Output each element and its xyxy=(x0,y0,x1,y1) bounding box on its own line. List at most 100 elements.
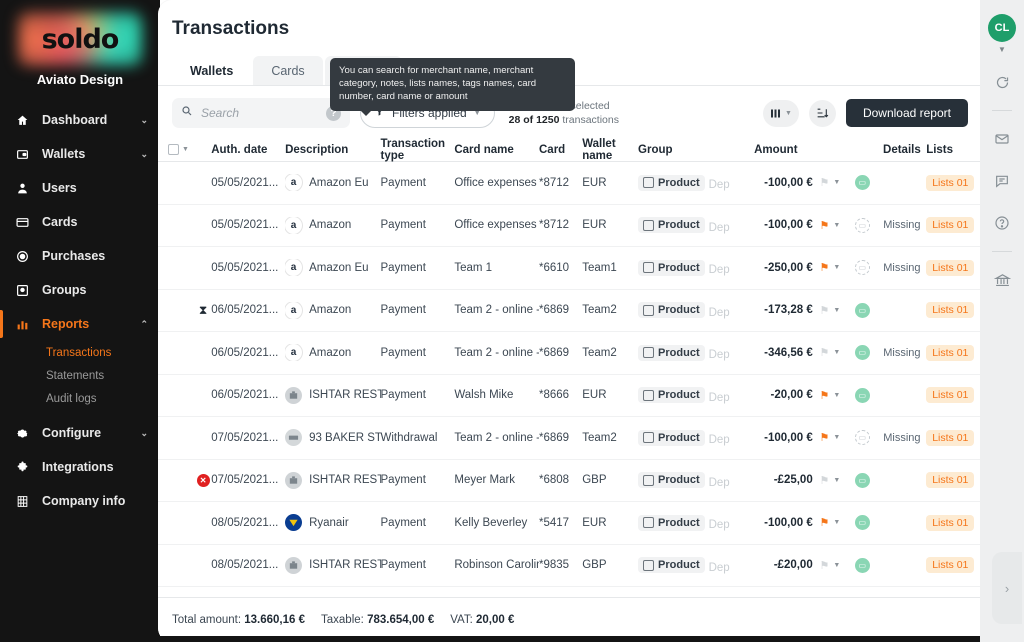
mail-icon[interactable] xyxy=(988,125,1016,153)
chevron-down-icon[interactable]: ▼ xyxy=(833,562,840,569)
tab-wallets[interactable]: Wallets xyxy=(172,56,251,86)
columns-icon[interactable]: ▼ xyxy=(763,100,799,127)
cell-flag[interactable]: ⚑▼ xyxy=(813,304,847,317)
col-header-wallet-name[interactable]: Wallet name xyxy=(582,138,638,162)
attachment-icon[interactable]: ▭ xyxy=(855,558,870,573)
chevron-down-icon[interactable]: ▼ xyxy=(833,179,840,186)
list-chip[interactable]: Lists 01 xyxy=(926,260,974,276)
cell-attachment[interactable]: ▭ xyxy=(847,558,878,573)
cell-attachment[interactable]: ▭ xyxy=(847,430,878,445)
row-checkbox[interactable] xyxy=(158,560,195,571)
flag-icon[interactable]: ⚑ xyxy=(819,431,829,444)
cell-flag[interactable]: ⚑▼ xyxy=(813,389,847,402)
attachment-icon[interactable]: ▭ xyxy=(855,175,870,190)
table-row[interactable]: ✕07/05/2021...ISHTAR RESTAURAPaymentMeye… xyxy=(158,460,982,503)
sort-icon[interactable] xyxy=(809,100,836,127)
tab-cards[interactable]: Cards xyxy=(253,56,322,86)
table-row[interactable]: 06/05/2021...ISHTAR RESTAURAPaymentWalsh… xyxy=(158,375,982,418)
list-chip[interactable]: Lists 01 xyxy=(926,175,974,191)
sidebar-item-cards[interactable]: Cards xyxy=(0,205,160,239)
table-row[interactable]: 05/05/2021...aAmazonPaymentOffice expens… xyxy=(158,205,982,248)
col-header-group[interactable]: Group xyxy=(638,144,739,156)
sidebar-subitem-audit-logs[interactable]: Audit logs xyxy=(0,387,160,410)
flag-icon[interactable]: ⚑ xyxy=(819,559,829,572)
chevron-down-icon[interactable]: ▼ xyxy=(833,434,840,441)
col-header-auth-date[interactable]: Auth. date xyxy=(211,144,285,156)
list-chip[interactable]: Lists 01 xyxy=(926,515,974,531)
cell-attachment[interactable]: ▭ xyxy=(847,303,878,318)
row-checkbox[interactable] xyxy=(158,432,195,443)
cell-lists[interactable]: Lists 01 xyxy=(926,515,982,531)
sidebar-subitem-statements[interactable]: Statements xyxy=(0,364,160,387)
sidebar-item-purchases[interactable]: Purchases xyxy=(0,239,160,273)
chevron-down-icon[interactable]: ▼ xyxy=(833,307,840,314)
row-checkbox[interactable] xyxy=(158,305,195,316)
chevron-down-icon[interactable]: ▼ xyxy=(833,519,840,526)
cell-attachment[interactable]: ▭ xyxy=(847,388,878,403)
list-chip[interactable]: Lists 01 xyxy=(926,217,974,233)
attachment-icon[interactable]: ▭ xyxy=(855,473,870,488)
chevron-down-icon[interactable]: ▼ xyxy=(833,392,840,399)
sidebar-item-users[interactable]: Users xyxy=(0,171,160,205)
row-checkbox[interactable] xyxy=(158,390,195,401)
sidebar-item-groups[interactable]: Groups xyxy=(0,273,160,307)
chevron-down-icon[interactable]: ▼ xyxy=(833,264,840,271)
row-checkbox[interactable] xyxy=(158,220,195,231)
flag-icon[interactable]: ⚑ xyxy=(819,516,829,529)
table-row[interactable]: 07/05/2021...93 BAKER ST 1 LOIWithdrawal… xyxy=(158,417,982,460)
attachment-missing-icon[interactable]: ▭ xyxy=(855,430,870,445)
cell-lists[interactable]: Lists 01 xyxy=(926,387,982,403)
table-row[interactable]: 06/05/2021...aAmazonPaymentTeam 2 - onli… xyxy=(158,332,982,375)
cell-attachment[interactable]: ▭ xyxy=(847,515,878,530)
attachment-icon[interactable]: ▭ xyxy=(855,388,870,403)
row-checkbox[interactable] xyxy=(158,475,195,486)
col-header-description[interactable]: Description xyxy=(285,144,380,156)
flag-icon[interactable]: ⚑ xyxy=(819,474,829,487)
col-header-transaction-type[interactable]: Transaction type xyxy=(381,138,455,162)
attachment-missing-icon[interactable]: ▭ xyxy=(855,260,870,275)
sidebar-item-reports[interactable]: Reports ⌃ xyxy=(0,307,160,341)
cell-lists[interactable]: Lists 01 xyxy=(926,302,982,318)
table-row[interactable]: 05/05/2021...aAmazon EuPaymentOffice exp… xyxy=(158,162,982,205)
cell-lists[interactable]: Lists 01 xyxy=(926,345,982,361)
sidebar-item-dashboard[interactable]: Dashboard ⌄ xyxy=(0,103,160,137)
sidebar-item-integrations[interactable]: Integrations xyxy=(0,450,160,484)
chevron-down-icon[interactable]: ▼ xyxy=(833,222,840,229)
cell-flag[interactable]: ⚑▼ xyxy=(813,261,847,274)
avatar[interactable]: CL xyxy=(988,14,1016,42)
table-row[interactable]: ⧗06/05/2021...aAmazonPaymentTeam 2 - onl… xyxy=(158,290,982,333)
cell-flag[interactable]: ⚑▼ xyxy=(813,516,847,529)
table-row[interactable]: 08/05/2021...RyanairPaymentKelly Beverle… xyxy=(158,502,982,545)
cell-attachment[interactable]: ▭ xyxy=(847,473,878,488)
row-checkbox[interactable] xyxy=(158,347,195,358)
table-row[interactable]: 08/05/2021...ISHTAR RESTAURAPaymentRobin… xyxy=(158,545,982,588)
attachment-missing-icon[interactable]: ▭ xyxy=(855,218,870,233)
cell-flag[interactable]: ⚑▼ xyxy=(813,559,847,572)
flag-icon[interactable]: ⚑ xyxy=(819,176,829,189)
col-header-details[interactable]: Details xyxy=(878,144,927,156)
col-header-amount[interactable]: Amount xyxy=(739,144,813,156)
list-chip[interactable]: Lists 01 xyxy=(926,557,974,573)
col-header-card[interactable]: Card xyxy=(539,144,582,156)
cell-attachment[interactable]: ▭ xyxy=(847,345,878,360)
col-header-card-name[interactable]: Card name xyxy=(454,144,539,156)
bank-icon[interactable] xyxy=(988,266,1016,294)
cell-attachment[interactable]: ▭ xyxy=(847,218,878,233)
row-checkbox[interactable] xyxy=(158,177,195,188)
brand-logo[interactable]: soldo xyxy=(0,8,160,70)
cell-lists[interactable]: Lists 01 xyxy=(926,260,982,276)
cell-flag[interactable]: ⚑▼ xyxy=(813,346,847,359)
flag-icon[interactable]: ⚑ xyxy=(819,389,829,402)
chevron-down-icon[interactable]: ▼ xyxy=(833,477,840,484)
cell-attachment[interactable]: ▭ xyxy=(847,175,878,190)
row-checkbox[interactable] xyxy=(158,517,195,528)
attachment-icon[interactable]: ▭ xyxy=(855,515,870,530)
flag-icon[interactable]: ⚑ xyxy=(819,261,829,274)
cell-lists[interactable]: Lists 01 xyxy=(926,217,982,233)
cell-flag[interactable]: ⚑▼ xyxy=(813,431,847,444)
col-header-lists[interactable]: Lists xyxy=(926,144,982,156)
select-all-checkbox[interactable]: ▼ xyxy=(158,144,195,155)
cell-lists[interactable]: Lists 01 xyxy=(926,557,982,573)
list-chip[interactable]: Lists 01 xyxy=(926,387,974,403)
cell-lists[interactable]: Lists 01 xyxy=(926,175,982,191)
